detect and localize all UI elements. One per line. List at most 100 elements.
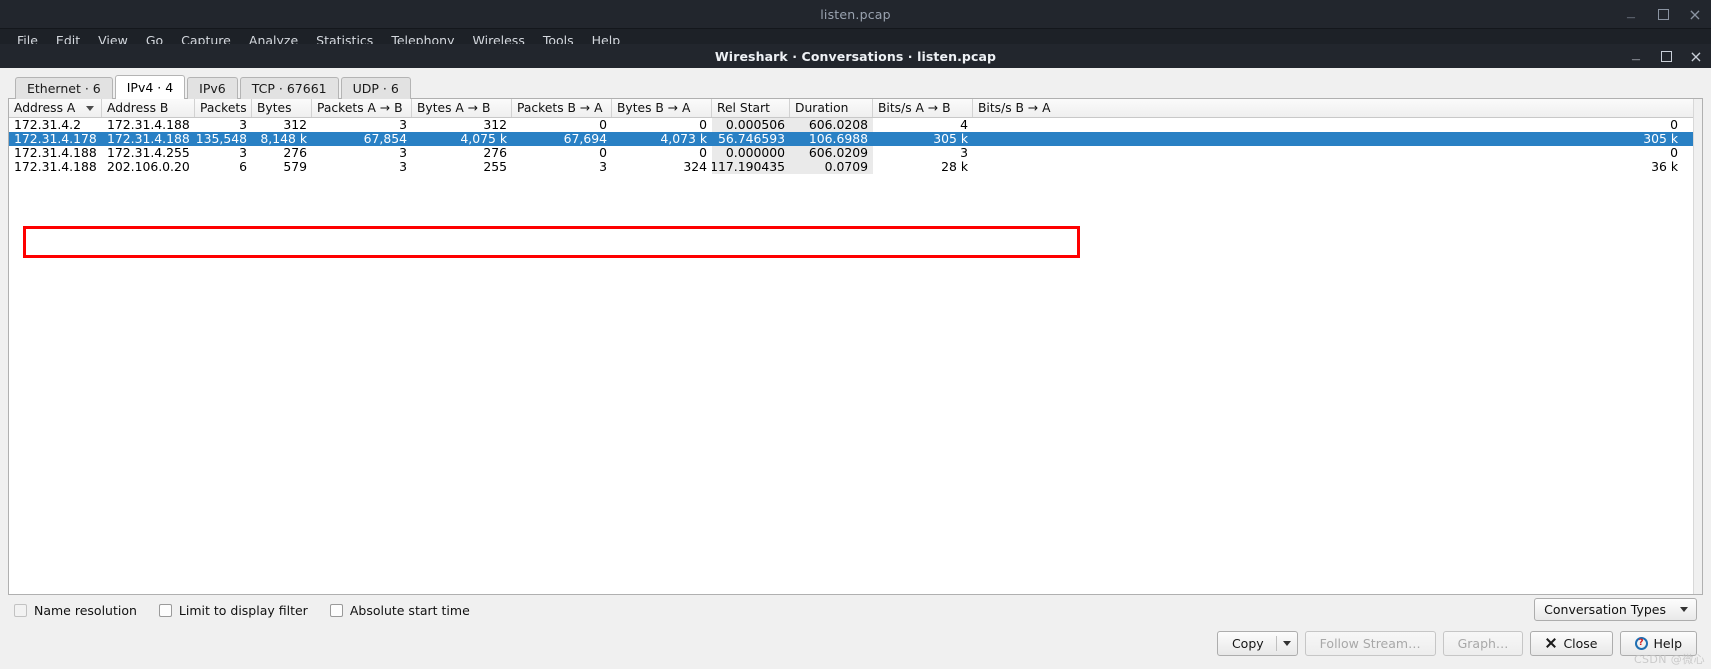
graph-button-label: Graph…: [1457, 635, 1509, 651]
table-cell: 172.31.4.2: [14, 118, 81, 132]
app-title: listen.pcap: [820, 6, 891, 22]
minimize-icon[interactable]: [1623, 7, 1639, 23]
table-cell: 0: [699, 146, 707, 160]
column-header-bytes-a-b[interactable]: Bytes A → B: [412, 99, 512, 117]
table-cell: 202.106.0.20: [107, 160, 190, 174]
table-cell: 0: [1670, 146, 1678, 160]
table-cell: 36 k: [1651, 160, 1678, 174]
sort-descending-icon: [86, 106, 94, 111]
column-header-label: Bytes: [257, 101, 292, 115]
table-cell: 3: [399, 146, 407, 160]
table-cell: 312: [283, 118, 307, 132]
table-cell: 3: [399, 118, 407, 132]
conversation-types-label: Conversation Types: [1544, 602, 1666, 617]
app-window-controls: [1623, 0, 1703, 29]
conversation-types-button[interactable]: Conversation Types: [1534, 598, 1697, 621]
help-circle-icon: ?: [1634, 636, 1648, 650]
dialog-titlebar: Wireshark · Conversations · listen.pcap: [0, 44, 1711, 68]
watermark-text: CSDN @微心: [1633, 653, 1705, 666]
column-header-bytes[interactable]: Bytes: [252, 99, 312, 117]
column-header-duration[interactable]: Duration: [790, 99, 873, 117]
table-cell: 579: [283, 160, 307, 174]
dialog-body: Ethernet · 6 IPv4 · 4 IPv6 TCP · 67661 UDP ·…: [0, 68, 1711, 669]
table-row[interactable]: 172.31.4.2 172.31.4.188 3 312 3 312 0 0 0.000506…: [9, 118, 1702, 132]
column-header-packets-b-a[interactable]: Packets B → A: [512, 99, 612, 117]
tab-tcp[interactable]: TCP · 67661: [239, 77, 339, 99]
column-header-address-a[interactable]: Address A: [9, 99, 102, 117]
dialog-title: Wireshark · Conversations · listen.pcap: [714, 48, 997, 64]
graph-button[interactable]: Graph…: [1442, 630, 1524, 656]
table-row[interactable]: 172.31.4.178 172.31.4.188 135,548 8,148 k 67…: [9, 132, 1702, 146]
column-header-label: Address A: [14, 101, 76, 115]
table-cell: 0: [699, 118, 707, 132]
table-row[interactable]: 172.31.4.188 172.31.4.255 3 276 3 276 0 0 0.0000…: [9, 146, 1702, 160]
copy-button-separator: [1275, 635, 1277, 651]
dialog-minimize-icon[interactable]: [1629, 49, 1643, 63]
table-cell: 135,548: [195, 132, 247, 146]
column-header-bits-s-a-b[interactable]: Bits/s A → B: [873, 99, 973, 117]
column-header-rel-start[interactable]: Rel Start: [712, 99, 790, 117]
dialog-maximize-icon[interactable]: [1659, 49, 1673, 63]
copy-button[interactable]: Copy: [1216, 630, 1298, 656]
table-body: 172.31.4.2 172.31.4.188 3 312 3 312 0 0 0.000506…: [9, 118, 1702, 594]
follow-stream-button[interactable]: Follow Stream…: [1304, 630, 1436, 656]
close-button[interactable]: Close: [1530, 630, 1613, 656]
absolute-start-time-checkbox-box[interactable]: [329, 603, 343, 617]
dialog-window-controls: [1629, 44, 1703, 68]
limit-to-display-filter-checkbox[interactable]: Limit to display filter: [158, 602, 308, 618]
table-cell: 312: [483, 118, 507, 132]
copy-chevron-down-icon[interactable]: [1282, 640, 1291, 646]
maximize-icon[interactable]: [1655, 7, 1671, 23]
table-cell: 117.190435: [712, 160, 790, 174]
table-cell: 606.0208: [790, 118, 873, 132]
conversations-table: Address A Address B Packets Bytes Packets A …: [8, 98, 1703, 595]
close-button-label: Close: [1563, 635, 1598, 651]
limit-to-display-filter-label: Limit to display filter: [178, 602, 308, 618]
table-cell: 3: [960, 146, 968, 160]
tab-ethernet[interactable]: Ethernet · 6: [15, 77, 113, 99]
name-resolution-checkbox[interactable]: Name resolution: [14, 603, 137, 618]
close-x-icon: [1545, 637, 1557, 649]
absolute-start-time-checkbox[interactable]: Absolute start time: [329, 602, 470, 618]
table-vertical-scrollbar[interactable]: [1693, 99, 1702, 594]
tab-ipv4[interactable]: IPv4 · 4: [114, 75, 186, 99]
dialog-close-icon[interactable]: [1689, 49, 1703, 63]
table-cell: 0: [599, 118, 607, 132]
table-cell: 172.31.4.178: [14, 132, 97, 146]
column-header-packets[interactable]: Packets: [195, 99, 252, 117]
table-cell: 0.000506: [712, 118, 790, 132]
column-header-packets-a-b[interactable]: Packets A → B: [312, 99, 412, 117]
table-cell: 172.31.4.188: [14, 146, 97, 160]
table-cell: 0: [599, 146, 607, 160]
tab-ipv6[interactable]: IPv6: [187, 77, 238, 99]
table-cell: 0: [1670, 118, 1678, 132]
column-header-label: Rel Start: [717, 101, 770, 115]
name-resolution-checkbox-box[interactable]: [14, 603, 27, 617]
table-cell: 3: [239, 118, 247, 132]
column-header-address-b[interactable]: Address B: [102, 99, 195, 117]
table-row[interactable]: 172.31.4.188 202.106.0.20 6 579 3 255 3 324 117.…: [9, 160, 1702, 174]
table-cell: 172.31.4.188: [14, 160, 97, 174]
column-header-bytes-b-a[interactable]: Bytes B → A: [612, 99, 712, 117]
column-header-label: Packets A → B: [317, 101, 403, 115]
column-header-bits-s-b-a[interactable]: Bits/s B → A: [973, 99, 1697, 117]
absolute-start-time-label: Absolute start time: [349, 602, 470, 618]
table-cell: 4,075 k: [460, 132, 507, 146]
table-cell: 4: [960, 118, 968, 132]
table-cell: 0.000000: [712, 146, 790, 160]
table-cell: 106.6988: [808, 132, 868, 146]
close-icon[interactable]: [1687, 7, 1703, 23]
table-cell: 67,694: [563, 132, 607, 146]
table-cell: 3: [399, 160, 407, 174]
column-header-label: Address B: [107, 101, 169, 115]
table-cell: 67,854: [363, 132, 407, 146]
help-button-label: Help: [1653, 635, 1683, 651]
follow-stream-button-label: Follow Stream…: [1319, 635, 1421, 651]
conversations-dialog: Wireshark · Conversations · listen.pcap …: [0, 44, 1711, 669]
wireshark-main-window: listen.pcap FileEditViewGoCaptureAnalyze…: [0, 0, 1711, 669]
column-header-label: Packets: [200, 101, 247, 115]
table-cell: 3: [599, 160, 607, 174]
table-cell: 276: [283, 146, 307, 160]
limit-to-display-filter-checkbox-box[interactable]: [158, 603, 172, 617]
tab-udp[interactable]: UDP · 6: [340, 77, 411, 99]
